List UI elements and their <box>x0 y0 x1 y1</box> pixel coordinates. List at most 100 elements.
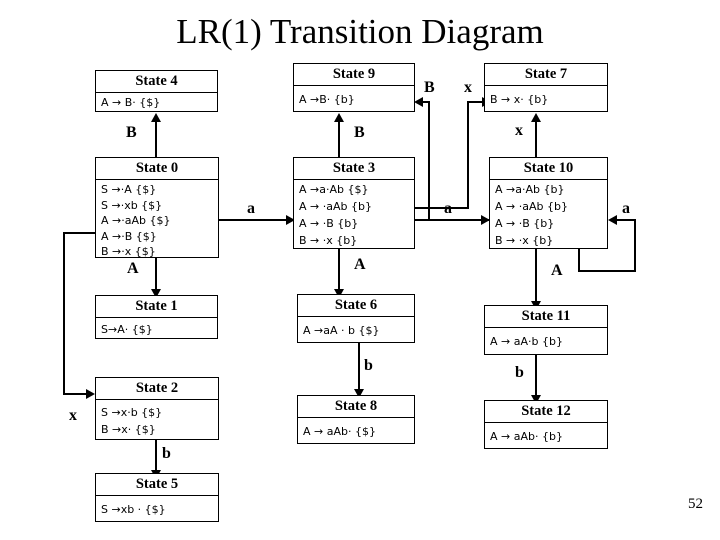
edge-label-s11-s12: b <box>515 364 524 381</box>
edge-s10-self-horiz-bottom <box>578 270 636 272</box>
edge-s6-s8-line <box>358 343 360 390</box>
edge-s3-s9-line <box>338 121 340 158</box>
state-10-title: State 10 <box>490 158 607 180</box>
state-box-4[interactable]: State 4 A → B· {$} <box>95 70 218 112</box>
state-9-title: State 9 <box>294 64 414 86</box>
state-box-11[interactable]: State 11 A → aA·b {b} <box>484 305 608 355</box>
slide-canvas: LR(1) Transition Diagram B B x B x a a a… <box>0 0 720 540</box>
state-7-body: B → x· {b} <box>485 86 607 111</box>
edge-label-s0-s2: x <box>69 407 77 424</box>
state-9-body: A →B· {b} <box>294 86 414 111</box>
production: A → aAb· {b} <box>490 430 563 443</box>
state-2-title: State 2 <box>96 378 218 400</box>
state-box-6[interactable]: State 6 A →aA · b {$} <box>297 294 415 343</box>
production: S →x·b {$} <box>101 406 163 419</box>
state-box-7[interactable]: State 7 B → x· {b} <box>484 63 608 112</box>
state-box-9[interactable]: State 9 A →B· {b} <box>293 63 415 112</box>
state-4-title: State 4 <box>96 71 217 93</box>
state-0-title: State 0 <box>96 158 218 180</box>
edge-s10-self-arrow <box>608 215 617 225</box>
edge-s10-self-vert-out <box>578 249 580 272</box>
edge-label-s10-self: a <box>622 200 630 217</box>
state-box-5[interactable]: State 5 S →xb · {$} <box>95 473 219 522</box>
production: A →·aAb {$} <box>101 214 171 227</box>
edge-s3-s9b-vert <box>428 101 430 221</box>
state-box-12[interactable]: State 12 A → aAb· {b} <box>484 400 608 449</box>
production: A →B· {b} <box>299 93 355 106</box>
edge-s0-s2-horiz-top <box>63 232 96 234</box>
edge-s10-s7-line <box>535 121 537 158</box>
state-2-body: S →x·b {$} B →x· {$} <box>96 400 218 441</box>
state-3-body: A →a·Ab {$} A → ·aAb {b} A → ·B {b} B → … <box>294 180 414 252</box>
edge-s10-s11-line <box>535 249 537 302</box>
production: S →xb · {$} <box>101 503 166 516</box>
edge-label-s0-s1: A <box>127 260 139 277</box>
state-12-title: State 12 <box>485 401 607 423</box>
state-10-body: A →a·Ab {b} A → ·aAb {b} A → ·B {b} B → … <box>490 180 607 252</box>
edge-s11-s12-line <box>535 355 537 396</box>
edge-label-s10-s11: A <box>551 262 563 279</box>
state-11-title: State 11 <box>485 306 607 328</box>
edge-s0-s1-line <box>155 258 157 290</box>
production: A → ·aAb {b} <box>299 200 372 213</box>
edge-label-s3-s7: x <box>464 79 472 96</box>
state-12-body: A → aAb· {b} <box>485 423 607 448</box>
production: S →·xb {$} <box>101 198 163 212</box>
state-box-3[interactable]: State 3 A →a·Ab {$} A → ·aAb {b} A → ·B … <box>293 157 415 249</box>
edge-label-s0-s4: B <box>126 124 137 141</box>
edge-s3-s7-horiz-bottom <box>415 207 469 209</box>
edge-label-s3-s6: A <box>354 256 366 273</box>
edge-s10-s7-arrow <box>531 113 541 122</box>
edge-s0-s4-line <box>155 121 157 158</box>
production: A → ·B {b} <box>299 217 359 230</box>
edge-s3-s6-line <box>338 249 340 290</box>
edge-label-s10-s7: x <box>515 122 523 139</box>
state-1-body: S→A· {$} <box>96 318 217 341</box>
state-11-body: A → aA·b {b} <box>485 328 607 353</box>
edge-s3-s9-arrow <box>334 113 344 122</box>
page-number: 52 <box>688 496 703 512</box>
edge-label-s3-s9: B <box>354 124 365 141</box>
state-0-body: S →·A {$} S →·xb {$} A →·aAb {$} A →·B {… <box>96 180 218 263</box>
edge-label-s3-s10: a <box>444 200 452 217</box>
production: A →a·Ab {b} <box>495 183 565 196</box>
edge-s0-s2-arrow <box>86 389 95 399</box>
edge-label-s6-s8: b <box>364 357 373 374</box>
production: A → ·aAb {b} <box>495 200 568 213</box>
state-6-body: A →aA · b {$} <box>298 317 414 342</box>
state-3-title: State 3 <box>294 158 414 180</box>
edge-s10-self-vert-right <box>634 219 636 272</box>
production: B → x· {b} <box>490 93 549 106</box>
state-8-title: State 8 <box>298 396 414 418</box>
production: A →a·Ab {$} <box>299 183 369 196</box>
state-8-body: A → aAb· {$} <box>298 418 414 443</box>
production: A → B· {$} <box>101 96 161 109</box>
edge-s3-s9b-arrow <box>414 97 423 107</box>
edge-s3-s7-vert <box>467 101 469 209</box>
edge-label-s0-s3: a <box>247 200 255 217</box>
state-6-title: State 6 <box>298 295 414 317</box>
state-box-1[interactable]: State 1 S→A· {$} <box>95 295 218 339</box>
page-title: LR(1) Transition Diagram <box>176 12 544 51</box>
production: B →x· {$} <box>101 423 156 436</box>
state-4-body: A → B· {$} <box>96 93 217 114</box>
edge-s10-self-horiz-top <box>616 219 636 221</box>
production: A → ·B {b} <box>495 217 555 230</box>
production: A →aA · b {$} <box>303 324 380 337</box>
edge-s2-s5-line <box>155 440 157 471</box>
production: A →·B {$} <box>101 229 157 243</box>
state-box-8[interactable]: State 8 A → aAb· {$} <box>297 395 415 444</box>
production: S→A· {$} <box>101 323 153 336</box>
edge-s0-s3-line <box>219 219 295 221</box>
edge-label-s9-in: B <box>424 79 435 96</box>
state-box-2[interactable]: State 2 S →x·b {$} B →x· {$} <box>95 377 219 440</box>
state-7-title: State 7 <box>485 64 607 86</box>
production: B → ·x {b} <box>299 234 358 247</box>
production: B →·x {$} <box>101 245 156 258</box>
state-box-10[interactable]: State 10 A →a·Ab {b} A → ·aAb {b} A → ·B… <box>489 157 608 249</box>
state-5-title: State 5 <box>96 474 218 496</box>
state-5-body: S →xb · {$} <box>96 496 218 521</box>
edge-s3-s9b-horiz-top <box>423 101 430 103</box>
edge-s0-s2-vert <box>63 232 65 395</box>
state-box-0[interactable]: State 0 S →·A {$} S →·xb {$} A →·aAb {$}… <box>95 157 219 258</box>
